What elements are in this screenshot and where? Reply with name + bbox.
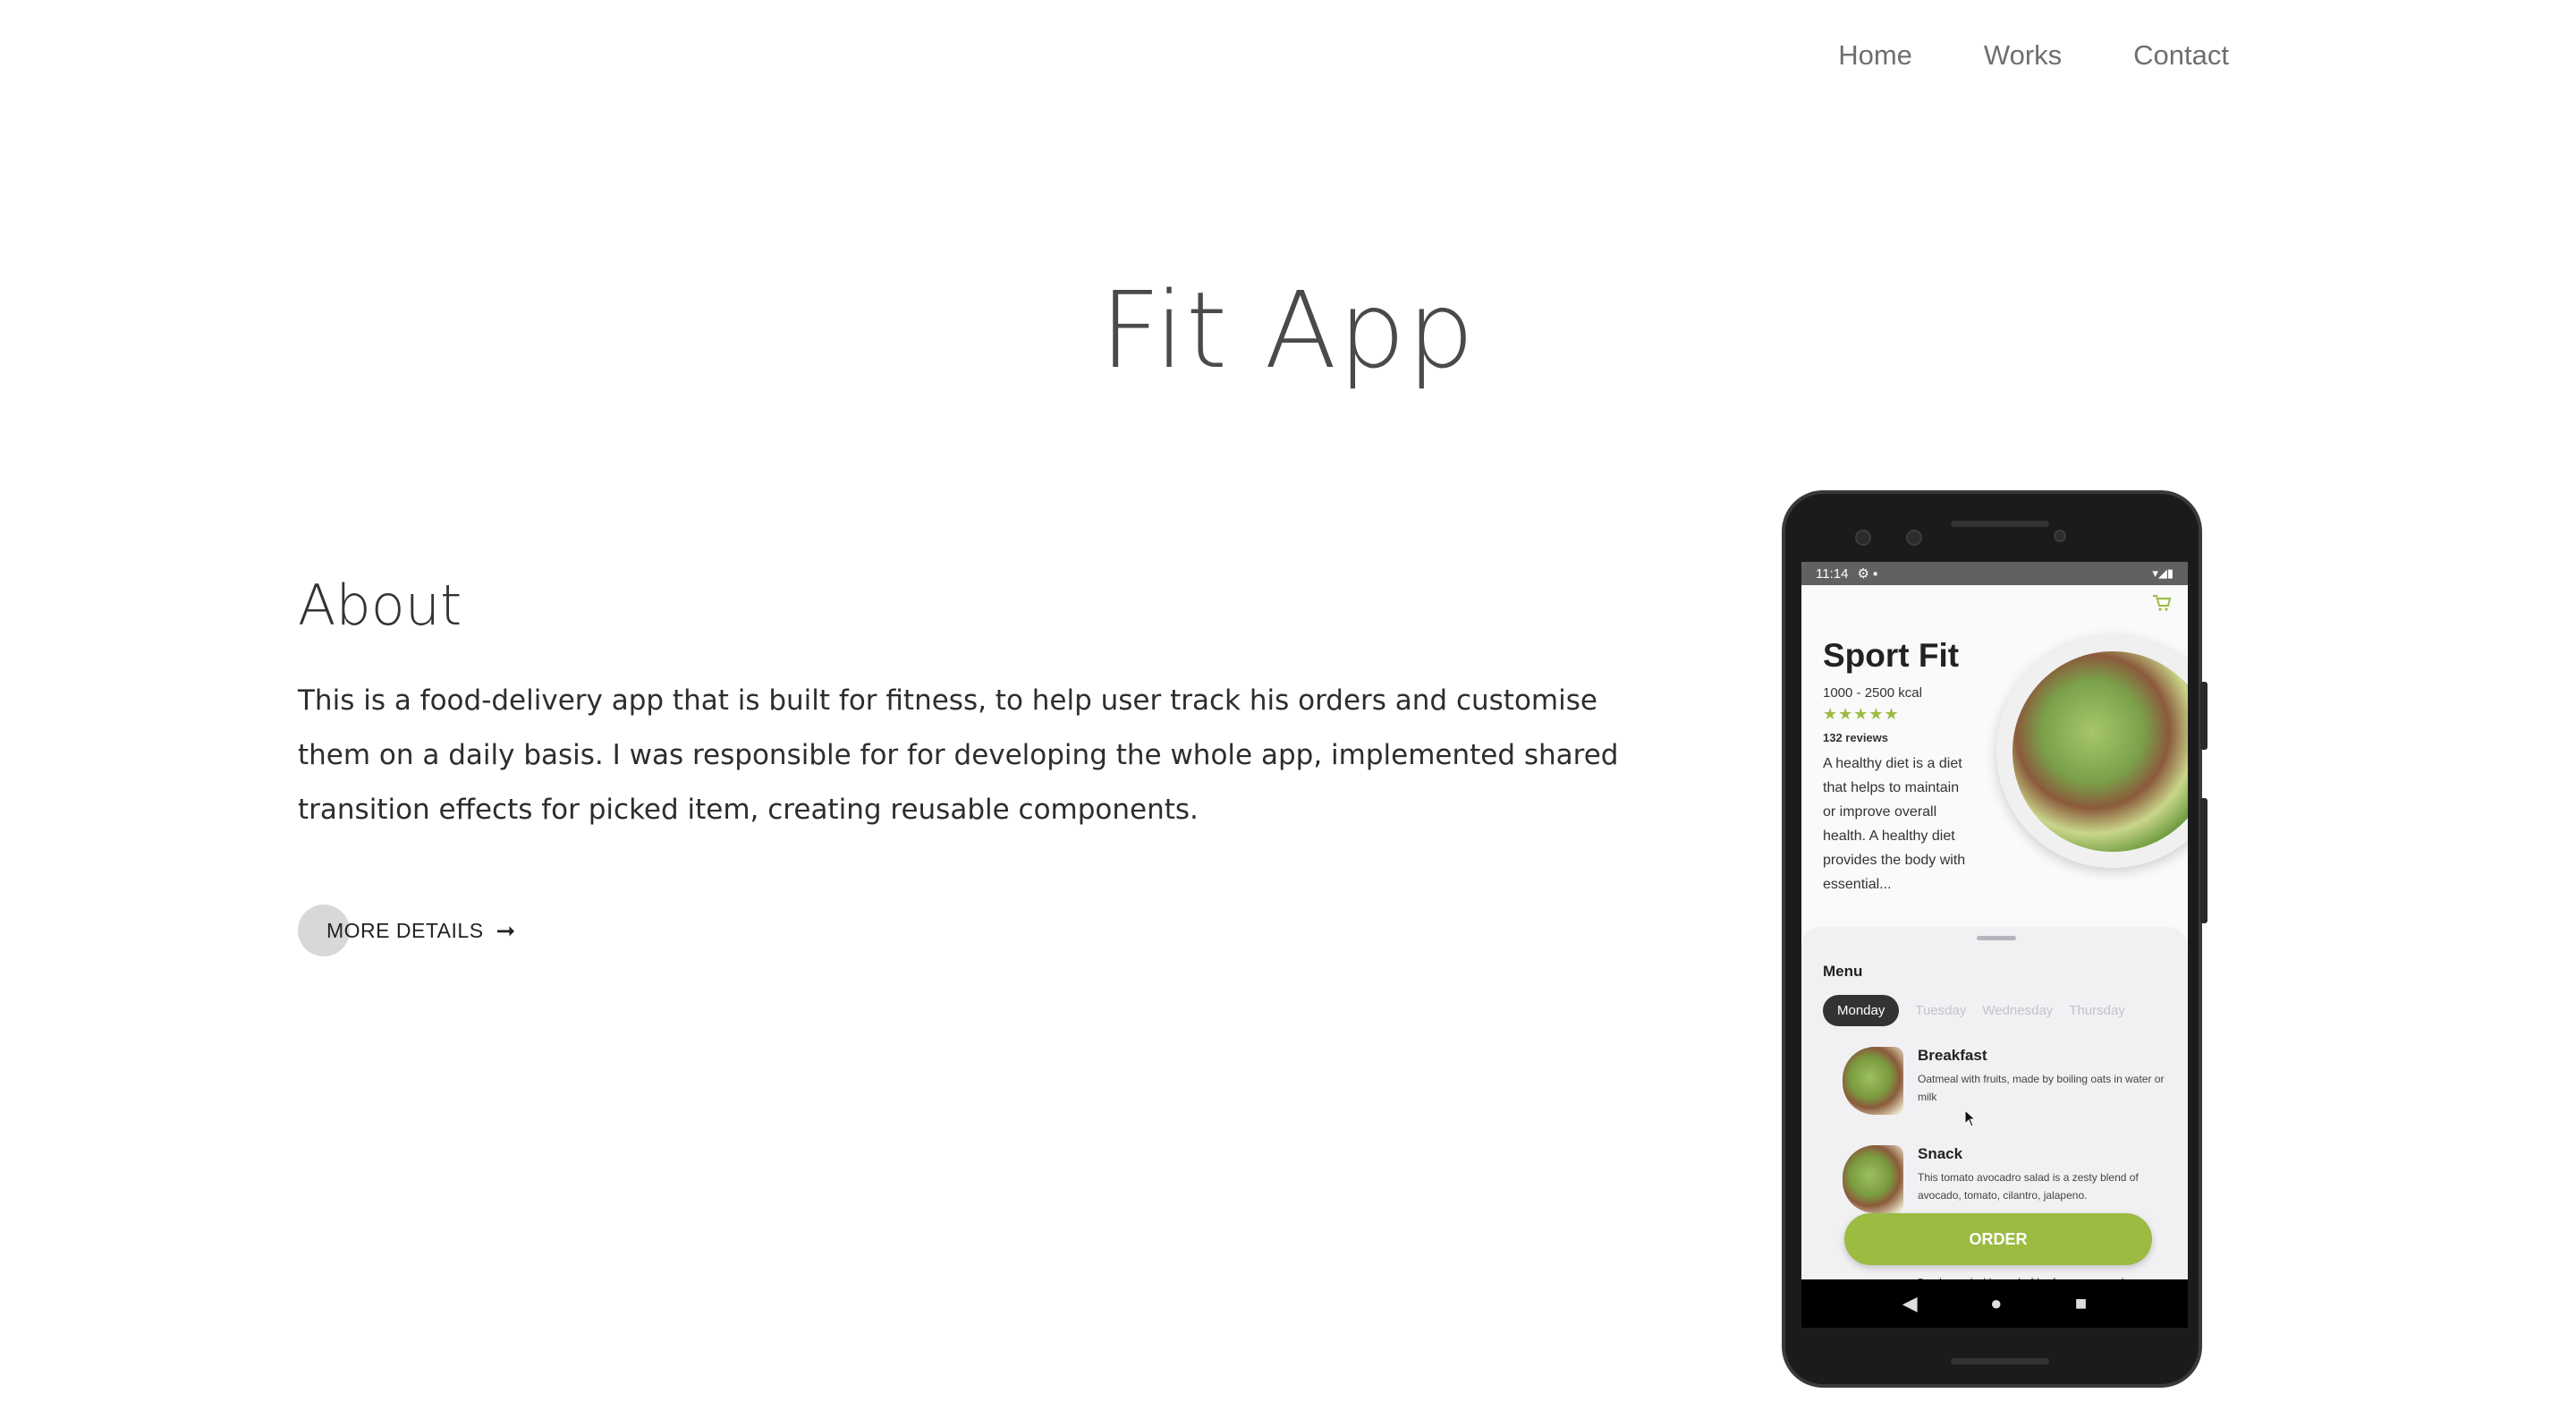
menu-item-name: Breakfast [1918, 1047, 1987, 1064]
more-details-label: MORE DETAILS [326, 918, 484, 942]
menu-item-name: Snack [1918, 1145, 1963, 1162]
menu-item-desc: Oatmeal with fruits, made by boiling oat… [1918, 1073, 2165, 1103]
status-bar: 11:14 ⚙ ▪ ▾◢▮ [1801, 562, 2188, 585]
menu-item-snack[interactable]: Snack This tomato avocadro salad is a ze… [1843, 1145, 2174, 1213]
phone-mockup: 11:14 ⚙ ▪ ▾◢▮ Sport Fit 1000 - 2500 kcal… [1782, 490, 2207, 1388]
review-count: 132 reviews [1823, 731, 1889, 744]
power-button [2200, 682, 2207, 750]
phone-screen: 11:14 ⚙ ▪ ▾◢▮ Sport Fit 1000 - 2500 kcal… [1801, 562, 2188, 1328]
tab-wednesday[interactable]: Wednesday [1982, 1003, 2053, 1018]
menu-heading: Menu [1823, 963, 1863, 980]
cart-icon[interactable] [2152, 594, 2172, 617]
rating-stars-icon: ★★★★★ [1823, 705, 1900, 723]
menu-item-breakfast[interactable]: Breakfast Oatmeal with fruits, made by b… [1843, 1047, 2174, 1115]
about-section: About This is a food-delivery app that i… [298, 573, 1622, 837]
product-description: A healthy diet is a diet that helps to m… [1823, 756, 1966, 892]
back-icon[interactable]: ◀ [1902, 1292, 1918, 1315]
tab-monday[interactable]: Monday [1823, 995, 1900, 1026]
nav-contact[interactable]: Contact [2133, 39, 2229, 72]
about-heading: About [298, 573, 462, 638]
android-nav-bar: ◀ ● ■ [1801, 1279, 2188, 1328]
front-camera-icon [1855, 530, 1871, 546]
order-button[interactable]: ORDER [1844, 1213, 2152, 1265]
nav-works[interactable]: Works [1984, 39, 2062, 72]
sensor-icon [1906, 530, 1922, 546]
salad-plate-image [1996, 635, 2188, 868]
status-time: 11:14 [1816, 565, 1849, 582]
recents-icon[interactable]: ■ [2075, 1292, 2087, 1315]
status-left-icons: ⚙ ▪ [1857, 566, 1878, 582]
kcal-range: 1000 - 2500 kcal [1823, 685, 1922, 701]
menu-sheet[interactable]: Menu Monday Tuesday Wednesday Thursday B… [1801, 927, 2188, 1328]
page-title: Fit App [1099, 268, 1477, 392]
top-speaker [1951, 521, 2049, 527]
volume-button [2200, 798, 2207, 923]
menu-item-desc: This tomato avocadro salad is a zesty bl… [1918, 1171, 2139, 1202]
about-body: This is a food-delivery app that is buil… [298, 684, 1619, 826]
status-right-icons: ▾◢▮ [2152, 566, 2174, 580]
top-nav: Home Works Contact [1838, 39, 2229, 72]
more-details-button[interactable]: MORE DETAILS ➞ [298, 905, 515, 956]
tab-thursday[interactable]: Thursday [2069, 1003, 2125, 1018]
home-icon[interactable]: ● [1990, 1292, 2002, 1315]
product-title: Sport Fit [1823, 637, 1960, 674]
food-thumbnail [1843, 1145, 1903, 1213]
bottom-speaker [1951, 1358, 2049, 1364]
arrow-right-icon: ➞ [496, 916, 516, 944]
proximity-sensor-icon [2054, 530, 2066, 542]
nav-home[interactable]: Home [1838, 39, 1912, 72]
food-thumbnail [1843, 1047, 1903, 1115]
mouse-cursor-icon [1964, 1109, 1977, 1132]
drag-handle[interactable] [1977, 936, 2016, 940]
day-tabs: Monday Tuesday Wednesday Thursday [1823, 995, 2125, 1026]
tab-tuesday[interactable]: Tuesday [1915, 1003, 1966, 1018]
product-hero: Sport Fit 1000 - 2500 kcal ★★★★★ 132 rev… [1801, 585, 2188, 927]
